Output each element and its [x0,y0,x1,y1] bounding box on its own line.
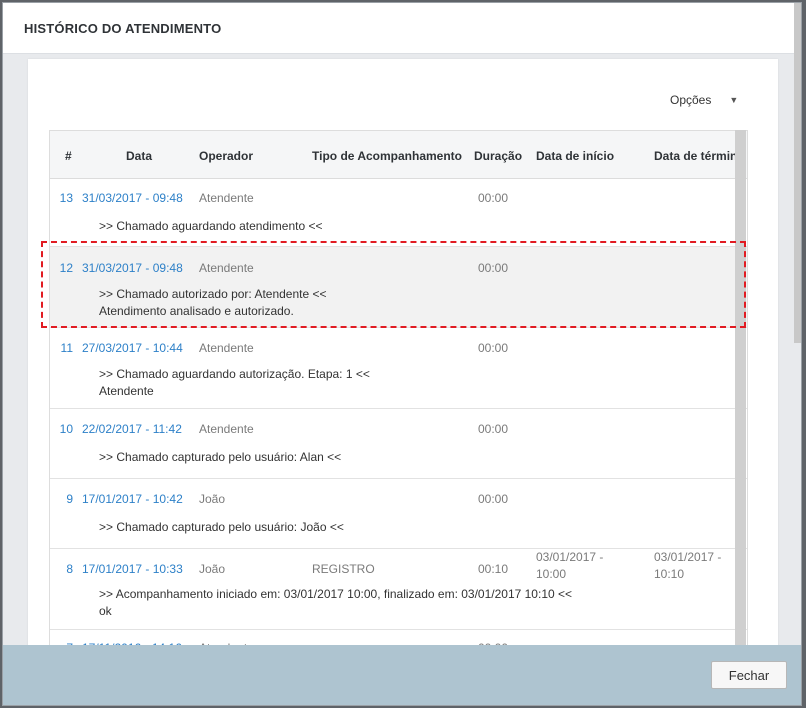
row-operator: Atendente [199,191,254,205]
row-description: >> Chamado capturado pelo usuário: Alan … [99,450,342,464]
history-table: # Data Operador Tipo de Acompanhamento D… [49,130,748,652]
table-row[interactable]: 12 31/03/2017 - 09:48 Atendente 00:00 >>… [50,247,747,328]
column-header-operator: Operador [199,149,254,163]
row-description: >> Chamado capturado pelo usuário: João … [99,520,344,534]
table-header: # Data Operador Tipo de Acompanhamento D… [50,131,747,179]
table-row[interactable]: 13 31/03/2017 - 09:48 Atendente 00:00 >>… [50,179,747,247]
table-row[interactable]: 10 22/02/2017 - 11:42 Atendente 00:00 >>… [50,409,747,479]
row-end-date: 03/01/2017 - 10:10 [654,550,722,581]
close-button[interactable]: Fechar [711,661,787,689]
row-date-link[interactable]: 17/01/2017 - 10:42 [82,492,183,506]
modal-footer: Fechar [3,645,801,705]
row-operator: Atendente [199,261,254,275]
row-duration: 00:10 [478,562,509,576]
row-description: >> Acompanhamento iniciado em: 03/01/201… [99,587,573,601]
row-number[interactable]: 8 [50,562,73,576]
modal-scrollbar[interactable] [794,3,801,343]
row-duration: 00:00 [478,261,509,275]
column-header-num: # [65,149,72,163]
row-operator: João [199,492,226,506]
row-description-detail: ok [99,604,112,618]
modal-content: Opções ▼ # Data Operador Tipo de Acompan… [28,59,778,659]
options-dropdown[interactable]: Opções ▼ [670,93,738,107]
history-modal: HISTÓRICO DO ATENDIMENTO Opções ▼ # Data… [2,2,802,706]
row-number[interactable]: 13 [50,191,73,205]
row-operator: Atendente [199,422,254,436]
row-date-link[interactable]: 17/01/2017 - 10:33 [82,562,183,576]
row-operator: Atendente [199,341,254,355]
row-date-link[interactable]: 31/03/2017 - 09:48 [82,191,183,205]
column-header-duration: Duração [474,149,523,163]
row-operator: João [199,562,226,576]
row-date-link[interactable]: 31/03/2017 - 09:48 [82,261,183,275]
modal-header: HISTÓRICO DO ATENDIMENTO [3,3,801,54]
row-start-date: 03/01/2017 - 10:00 [536,550,604,581]
modal-title: HISTÓRICO DO ATENDIMENTO [24,21,222,36]
row-description: >> Chamado autorizado por: Atendente << [99,287,327,301]
row-description-detail: Atendimento analisado e autorizado. [99,304,294,318]
table-row[interactable]: 9 17/01/2017 - 10:42 João 00:00 >> Chama… [50,479,747,549]
chevron-down-icon: ▼ [729,95,739,105]
table-row[interactable]: 8 17/01/2017 - 10:33 João REGISTRO 00:10… [50,549,747,630]
row-duration: 00:00 [478,191,509,205]
table-row[interactable]: 11 27/03/2017 - 10:44 Atendente 00:00 >>… [50,328,747,409]
row-number[interactable]: 9 [50,492,73,506]
row-number[interactable]: 11 [50,341,73,355]
column-header-start: Data de início [536,149,615,163]
row-description: >> Chamado aguardando autorização. Etapa… [99,367,370,381]
row-duration: 00:00 [478,422,509,436]
row-number[interactable]: 10 [50,422,73,436]
column-header-type: Tipo de Acompanhamento [312,149,463,163]
table-scrollbar[interactable] [735,130,746,650]
column-header-end: Data de término [654,149,745,163]
row-duration: 00:00 [478,341,509,355]
row-description: >> Chamado aguardando atendimento << [99,219,323,233]
row-date-link[interactable]: 27/03/2017 - 10:44 [82,341,183,355]
column-header-date: Data [126,149,153,163]
row-number[interactable]: 12 [50,261,73,275]
row-date-link[interactable]: 22/02/2017 - 11:42 [82,422,182,436]
row-description-detail: Atendente [99,384,154,398]
options-label: Opções [670,93,712,107]
row-duration: 00:00 [478,492,509,506]
row-type: REGISTRO [312,562,375,576]
